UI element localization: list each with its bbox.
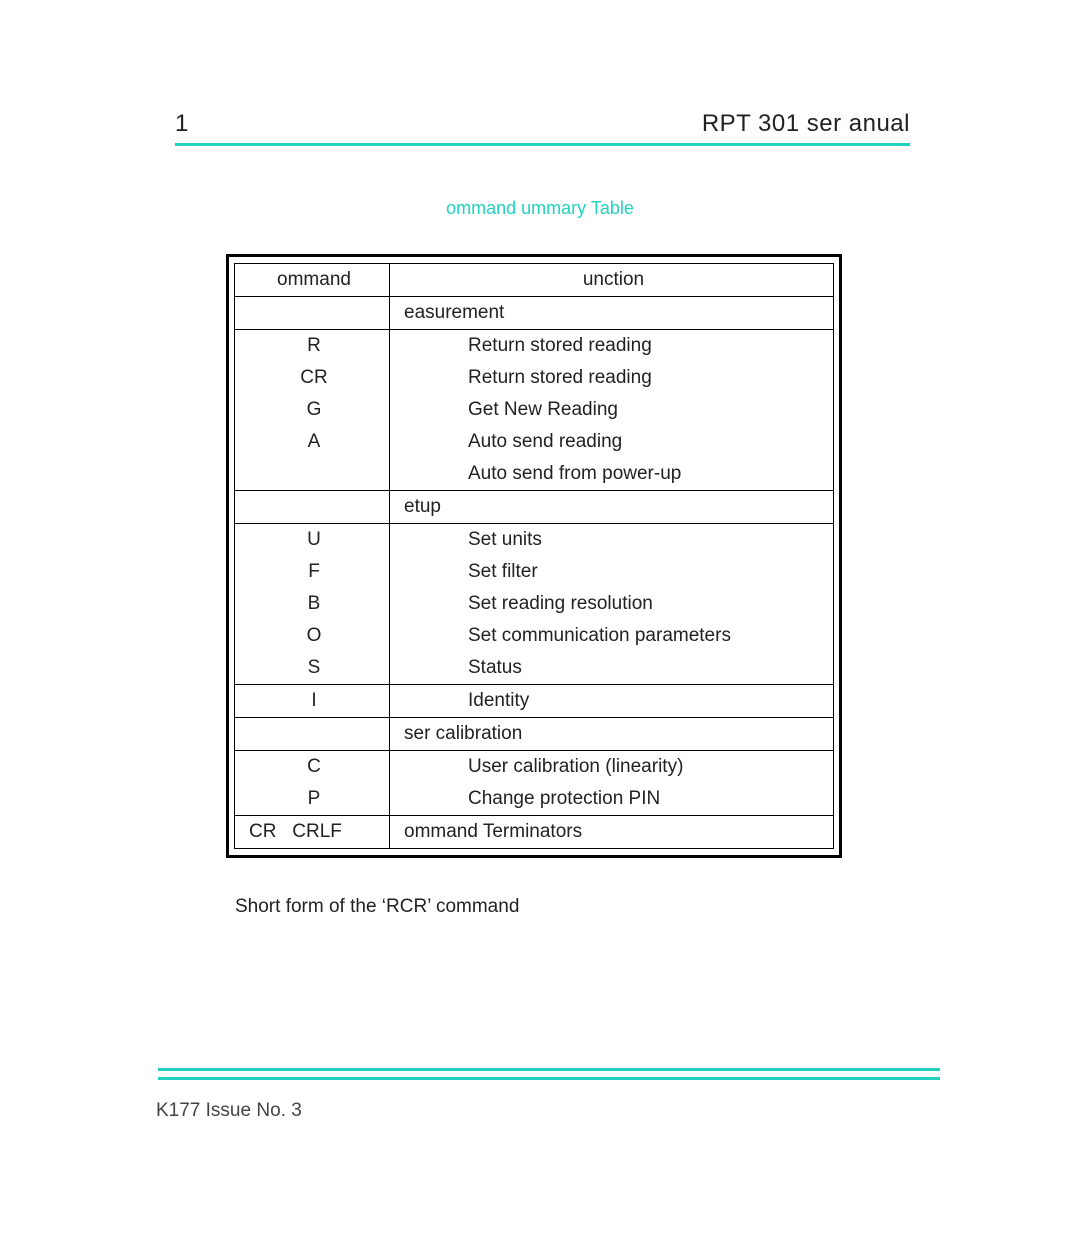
section-measurement: easurement [235, 297, 834, 330]
row-F-func: Set filter [390, 556, 834, 588]
row-I-func: Identity [390, 685, 834, 718]
section-setup-label: etup [390, 491, 834, 524]
row-G-cmd: G [235, 394, 390, 426]
row-I: I Identity [235, 685, 834, 718]
header-row: 1 RPT 301 ser anual [175, 110, 910, 138]
manual-page: 1 RPT 301 ser anual ommand ummary Table … [0, 0, 1080, 1254]
row-I-cmd: I [235, 685, 390, 718]
section-user-calibration: ser calibration [235, 718, 834, 751]
col-command: ommand [235, 264, 390, 297]
row-G-func: Get New Reading [390, 394, 834, 426]
row-APU: Auto send from power-up [235, 458, 834, 491]
col-function: unction [390, 264, 834, 297]
row-U: U Set units [235, 524, 834, 557]
row-S-cmd: S [235, 652, 390, 685]
header-rule [175, 143, 910, 146]
row-F: F Set filter [235, 556, 834, 588]
row-C: C User calibration (linearity) [235, 751, 834, 784]
row-S-func: Status [390, 652, 834, 685]
row-U-func: Set units [390, 524, 834, 557]
row-R-func: Return stored reading [390, 330, 834, 363]
row-B-cmd: B [235, 588, 390, 620]
row-P: P Change protection PIN [235, 783, 834, 816]
row-CR-func: Return stored reading [390, 362, 834, 394]
row-APU-func: Auto send from power-up [390, 458, 834, 491]
row-R: R Return stored reading [235, 330, 834, 363]
table-caption: ommand ummary Table [0, 198, 1080, 219]
footnote-rcr: Short form of the ‘RCR’ command [235, 896, 519, 918]
row-CR-cmd: CR [235, 362, 390, 394]
row-terminators-label: ommand Terminators [390, 816, 834, 849]
row-CR: CR Return stored reading [235, 362, 834, 394]
row-F-cmd: F [235, 556, 390, 588]
row-A-func: Auto send reading [390, 426, 834, 458]
row-O-func: Set communication parameters [390, 620, 834, 652]
row-C-func: User calibration (linearity) [390, 751, 834, 784]
row-U-cmd: U [235, 524, 390, 557]
page-title: RPT 301 ser anual [702, 110, 910, 138]
table-header-row: ommand unction [235, 264, 834, 297]
row-P-cmd: P [235, 783, 390, 816]
row-C-cmd: C [235, 751, 390, 784]
footer-rules [158, 1068, 940, 1080]
section-measurement-label: easurement [390, 297, 834, 330]
row-O-cmd: O [235, 620, 390, 652]
page-number: 1 [175, 110, 189, 138]
row-terminators: CR CRLF ommand Terminators [235, 816, 834, 849]
row-APU-cmd [235, 458, 390, 491]
footer-rule-2 [158, 1077, 940, 1080]
row-B: B Set reading resolution [235, 588, 834, 620]
row-P-func: Change protection PIN [390, 783, 834, 816]
section-user-calibration-label: ser calibration [390, 718, 834, 751]
row-A-cmd: A [235, 426, 390, 458]
row-R-cmd: R [235, 330, 390, 363]
row-S: S Status [235, 652, 834, 685]
row-G: G Get New Reading [235, 394, 834, 426]
footer-rule-1 [158, 1068, 940, 1077]
footer-text: K177 Issue No. 3 [156, 1100, 302, 1122]
row-terminators-cmd: CR CRLF [235, 816, 390, 849]
row-O: O Set communication parameters [235, 620, 834, 652]
command-summary-table: ommand unction easurement R Return store… [226, 254, 842, 858]
row-B-func: Set reading resolution [390, 588, 834, 620]
section-setup: etup [235, 491, 834, 524]
row-A: A Auto send reading [235, 426, 834, 458]
